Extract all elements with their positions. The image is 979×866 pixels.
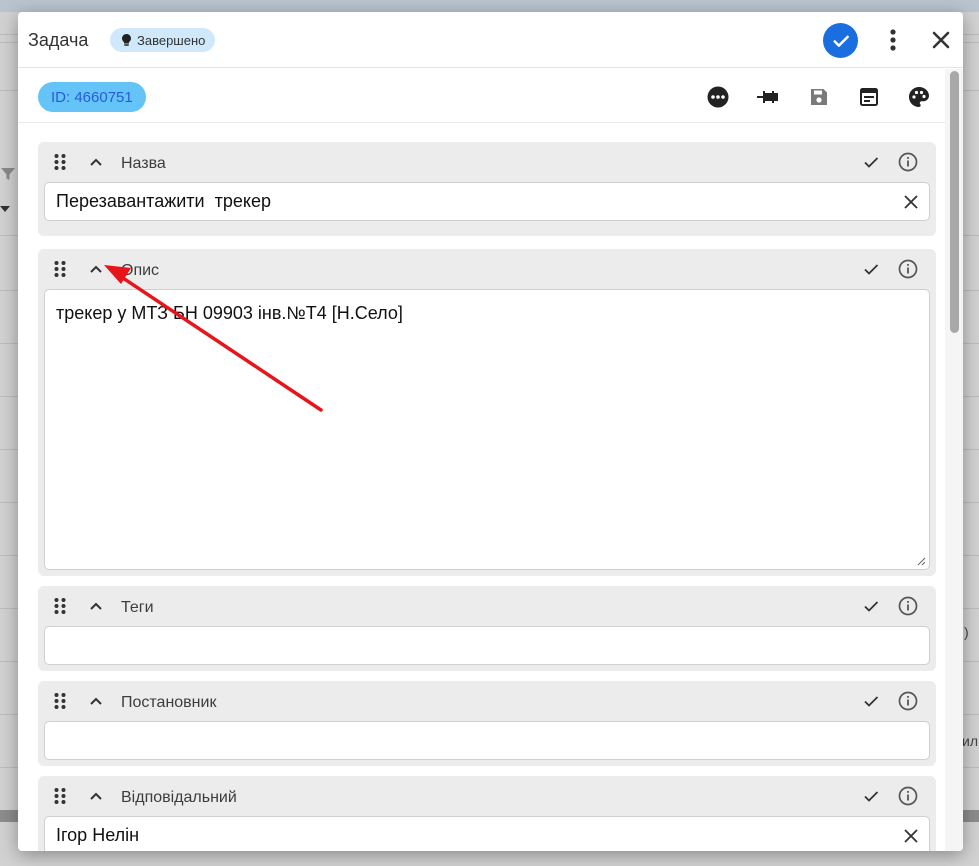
field-header: Відповідальний (38, 776, 936, 816)
background-topbar (0, 0, 979, 12)
chevron-up-icon[interactable] (87, 597, 105, 615)
check-icon (833, 35, 849, 47)
field-label: Теги (121, 599, 154, 616)
actions-button[interactable] (705, 84, 731, 110)
scrollbar-thumb[interactable] (950, 71, 959, 333)
clear-icon[interactable] (903, 828, 919, 844)
calendar-view-icon (860, 88, 878, 106)
field-header: Назва (38, 142, 936, 182)
chevron-up-icon[interactable] (87, 787, 105, 805)
author-input[interactable] (44, 721, 930, 760)
chevron-up-icon[interactable] (87, 260, 105, 278)
calendar-view-button[interactable] (856, 84, 882, 110)
caret-down-icon (0, 206, 10, 212)
description-textarea[interactable]: трекер у МТЗ БН 09903 інв.№Т4 [Н.Село] (44, 289, 930, 570)
check-icon[interactable] (862, 692, 880, 710)
dialog-header: Задача Завершено (18, 12, 963, 68)
field-label: Постановник (121, 694, 217, 711)
palette-icon (909, 87, 929, 107)
dialog-content: Назва Перезавантажити трекер Опис трекер… (18, 124, 945, 851)
field-tags: Теги (38, 586, 936, 671)
dialog-toolbar: ID: 4660751 (18, 69, 945, 123)
dialog-title: Задача (28, 30, 89, 50)
info-icon[interactable] (898, 786, 918, 806)
background-text: ) (964, 624, 969, 640)
status-label: Завершено (137, 32, 206, 48)
background-text: ил (962, 733, 978, 749)
id-badge[interactable]: ID: 4660751 (38, 82, 146, 112)
field-header: Постановник (38, 681, 936, 721)
info-icon[interactable] (898, 596, 918, 616)
assignee-input[interactable]: Ігор Нелін (44, 816, 930, 851)
clear-icon[interactable] (903, 194, 919, 210)
field-name: Назва Перезавантажити трекер (38, 142, 936, 236)
check-icon[interactable] (862, 260, 880, 278)
close-button[interactable] (928, 27, 954, 53)
palette-button[interactable] (906, 84, 932, 110)
status-badge: Завершено (110, 28, 216, 52)
info-icon[interactable] (898, 691, 918, 711)
more-horiz-circle-icon (707, 86, 729, 108)
assignee-input-value: Ігор Нелін (56, 825, 140, 845)
resize-handle-icon[interactable] (917, 557, 926, 566)
check-icon[interactable] (862, 597, 880, 615)
more-options-button[interactable] (880, 27, 906, 53)
field-description: Опис трекер у МТЗ БН 09903 інв.№Т4 [Н.Се… (38, 249, 936, 576)
field-label: Опис (121, 262, 160, 279)
description-value: трекер у МТЗ БН 09903 інв.№Т4 [Н.Село] (56, 303, 403, 323)
field-header: Теги (38, 586, 936, 626)
name-input-value: Перезавантажити трекер (56, 191, 271, 211)
field-author: Постановник (38, 681, 936, 766)
check-icon[interactable] (862, 153, 880, 171)
drag-handle-icon[interactable] (53, 260, 67, 278)
drag-handle-icon[interactable] (53, 153, 67, 171)
close-icon (932, 31, 950, 49)
task-dialog: Задача Завершено ID: 4660751 Назва Перез… (18, 12, 963, 851)
drag-handle-icon[interactable] (53, 692, 67, 710)
info-icon[interactable] (898, 259, 918, 279)
pin-button[interactable] (755, 84, 781, 110)
pin-icon (757, 91, 778, 103)
drag-handle-icon[interactable] (53, 787, 67, 805)
filter-icon (1, 168, 15, 180)
field-assignee: Відповідальний Ігор Нелін (38, 776, 936, 851)
field-label: Відповідальний (121, 789, 237, 806)
tags-input[interactable] (44, 626, 930, 665)
check-icon[interactable] (862, 787, 880, 805)
confirm-button[interactable] (823, 23, 858, 58)
save-button[interactable] (806, 84, 832, 110)
name-input[interactable]: Перезавантажити трекер (44, 182, 930, 221)
info-icon[interactable] (898, 152, 918, 172)
drag-handle-icon[interactable] (53, 597, 67, 615)
chevron-up-icon[interactable] (87, 153, 105, 171)
save-icon (811, 89, 827, 105)
more-vert-icon (890, 29, 896, 51)
lightbulb-icon (122, 34, 131, 46)
field-header: Опис (38, 249, 936, 289)
chevron-up-icon[interactable] (87, 692, 105, 710)
field-label: Назва (121, 155, 166, 172)
scrollbar[interactable] (945, 69, 963, 851)
